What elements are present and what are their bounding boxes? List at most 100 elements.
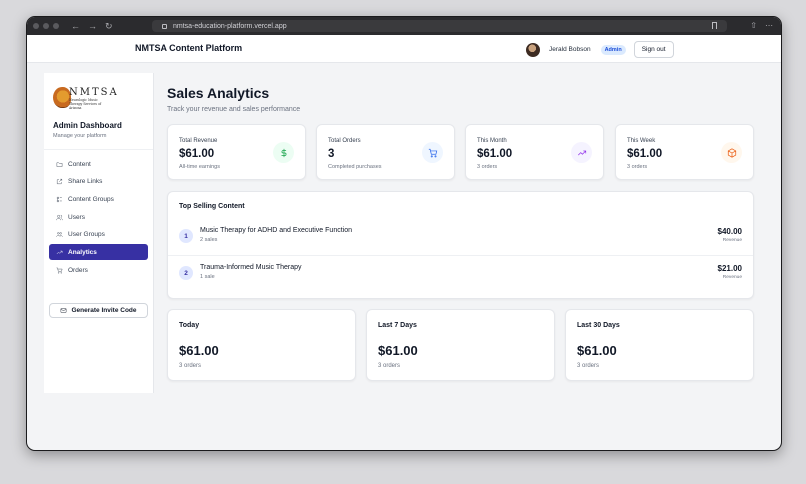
sidebar-item-label: User Groups [68, 231, 105, 239]
period-value: $61.00 [378, 343, 418, 358]
sidebar: NMTSA Neurologic Music Therapy Services … [44, 73, 154, 393]
stat-card-this-month: This Month $61.00 3 orders [465, 124, 604, 180]
share-icon[interactable]: ⇧ [750, 21, 757, 30]
sidebar-item-share-links[interactable]: Share Links [49, 174, 148, 190]
stat-label: Total Revenue [179, 138, 218, 144]
content-name: Music Therapy for ADHD and Executive Fun… [200, 227, 352, 234]
cart-icon [422, 142, 443, 163]
rank-badge: 2 [179, 266, 193, 280]
sidebar-divider [44, 149, 153, 150]
period-value: $61.00 [577, 343, 617, 358]
address-bar-url: nmtsa-education-platform.vercel.app [173, 22, 287, 30]
period-label: Last 7 Days [378, 322, 417, 329]
stat-caption: 3 orders [627, 164, 648, 170]
stat-value: $61.00 [627, 148, 663, 160]
sales-count: 1 sale [200, 274, 215, 280]
browser-toolbar: ← → ↻ nmtsa-education-platform.vercel.ap… [27, 17, 781, 35]
list-tree-icon [55, 195, 63, 203]
close-window-button[interactable] [33, 23, 39, 29]
sidebar-item-label: Content [68, 160, 91, 168]
package-icon [721, 142, 742, 163]
sidebar-item-content[interactable]: Content [49, 156, 148, 172]
forward-arrow-icon[interactable]: → [88, 21, 97, 31]
cart-icon [55, 266, 63, 274]
stat-caption: 3 orders [477, 164, 498, 170]
page-subtitle: Track your revenue and sales performance [167, 106, 301, 113]
stat-card-total-revenue: Total Revenue $61.00 All-time earnings [167, 124, 306, 180]
list-item[interactable]: 1 Music Therapy for ADHD and Executive F… [168, 219, 753, 256]
top-navigation: NMTSA Content Platform Jerald Bobson Adm… [27, 35, 781, 63]
sidebar-title: Admin Dashboard [53, 121, 122, 130]
sidebar-item-label: Users [68, 213, 85, 221]
sidebar-item-content-groups[interactable]: Content Groups [49, 191, 148, 207]
browser-window: ← → ↻ nmtsa-education-platform.vercel.ap… [26, 16, 782, 451]
rank-badge: 1 [179, 229, 193, 243]
sidebar-item-label: Content Groups [68, 195, 114, 203]
reload-icon[interactable]: ↻ [105, 21, 113, 31]
back-arrow-icon[interactable]: ← [71, 21, 80, 31]
invite-button-label: Generate Invite Code [71, 307, 137, 314]
sales-count: 2 sales [200, 237, 218, 243]
sidebar-menu: Content Share Links Content Groups Users… [49, 156, 148, 280]
period-card-last-30-days: Last 30 Days $61.00 3 orders [565, 309, 754, 381]
top-selling-title: Top Selling Content [179, 203, 245, 210]
sign-out-button[interactable]: Sign out [633, 41, 674, 58]
logo-tagline: Neurologic Music Therapy Services of Ari… [69, 98, 102, 110]
period-label: Last 30 Days [577, 322, 620, 329]
revenue-label: Revenue [722, 238, 742, 243]
brand-title[interactable]: NMTSA Content Platform [135, 43, 242, 53]
user-group-icon [55, 231, 63, 239]
maximize-window-button[interactable] [53, 23, 59, 29]
more-icon[interactable]: ⋯ [765, 21, 773, 30]
sidebar-item-label: Analytics [68, 248, 97, 256]
bookmark-icon[interactable] [712, 22, 717, 29]
stat-label: This Month [477, 138, 507, 144]
sidebar-item-user-groups[interactable]: User Groups [49, 227, 148, 243]
revenue-amount: $21.00 [717, 264, 742, 273]
period-caption: 3 orders [179, 363, 202, 369]
top-selling-card: Top Selling Content 1 Music Therapy for … [167, 191, 754, 299]
period-caption: 3 orders [378, 363, 401, 369]
stat-caption: All-time earnings [179, 164, 220, 170]
trending-up-icon [55, 248, 63, 256]
sidebar-item-orders[interactable]: Orders [49, 262, 148, 278]
folder-icon [55, 160, 63, 168]
logo-wordmark: NMTSA [69, 87, 119, 98]
stat-card-total-orders: Total Orders 3 Completed purchases [316, 124, 455, 180]
period-value: $61.00 [179, 343, 219, 358]
minimize-window-button[interactable] [43, 23, 49, 29]
sidebar-subtitle: Manage your platform [53, 133, 107, 139]
period-caption: 3 orders [577, 363, 600, 369]
generate-invite-code-button[interactable]: Generate Invite Code [49, 303, 148, 318]
period-label: Today [179, 322, 200, 329]
stat-value: $61.00 [179, 148, 215, 160]
revenue-label: Revenue [722, 275, 742, 280]
window-controls [33, 23, 59, 29]
stat-label: Total Orders [328, 138, 361, 144]
address-bar[interactable]: nmtsa-education-platform.vercel.app [152, 20, 727, 32]
period-card-last-7-days: Last 7 Days $61.00 3 orders [366, 309, 555, 381]
external-link-icon [55, 178, 63, 186]
content-name: Trauma-Informed Music Therapy [200, 264, 302, 271]
sidebar-item-label: Orders [68, 266, 88, 274]
user-name: Jerald Bobson [549, 46, 591, 53]
list-item[interactable]: 2 Trauma-Informed Music Therapy 1 sale $… [168, 256, 753, 293]
period-card-today: Today $61.00 3 orders [167, 309, 356, 381]
dollar-icon [273, 142, 294, 163]
trending-up-icon [571, 142, 592, 163]
sidebar-item-users[interactable]: Users [49, 209, 148, 225]
users-icon [55, 213, 63, 221]
avatar [526, 42, 540, 57]
stat-caption: Completed purchases [328, 164, 382, 170]
stat-value: $61.00 [477, 148, 513, 160]
lock-icon [162, 23, 167, 29]
revenue-amount: $40.00 [717, 227, 742, 236]
stat-value: 3 [328, 148, 335, 160]
stat-label: This Week [627, 138, 656, 144]
role-badge: Admin [600, 44, 626, 55]
sidebar-item-analytics[interactable]: Analytics [49, 244, 148, 261]
page-title: Sales Analytics [167, 85, 270, 101]
mail-icon [61, 308, 67, 313]
user-menu: Jerald Bobson Admin Sign out [526, 41, 674, 58]
stat-card-this-week: This Week $61.00 3 orders [615, 124, 754, 180]
